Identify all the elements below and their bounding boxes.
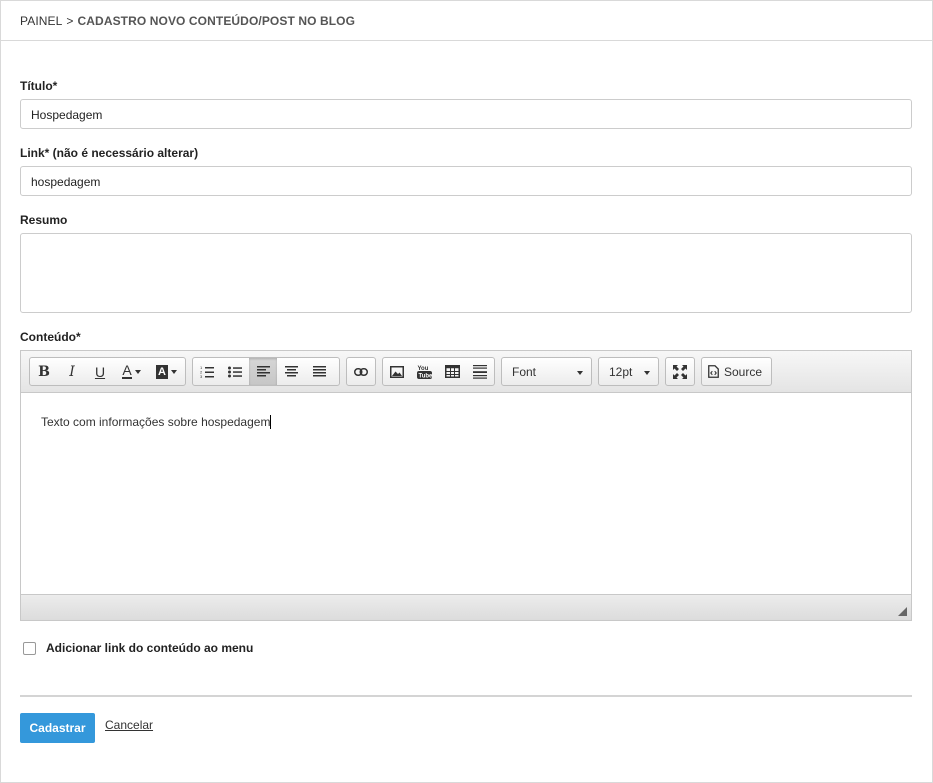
unordered-list-button[interactable]: [221, 358, 249, 385]
source-button-label: Source: [724, 364, 763, 379]
source-code-icon: [708, 365, 719, 378]
link-label: Link* (não é necessário alterar): [20, 146, 199, 160]
rich-text-editor: B I U A A 123 You Tube Font 12pt Source …: [20, 350, 912, 621]
summary-textarea[interactable]: [20, 233, 912, 313]
submit-button[interactable]: Cadastrar: [20, 713, 95, 743]
table-icon: [444, 365, 460, 378]
title-input[interactable]: Hospedagem: [20, 99, 912, 129]
toolbar-group-paragraph: 123: [192, 357, 340, 386]
underline-icon: U: [94, 363, 106, 380]
link-input[interactable]: hospedagem: [20, 166, 912, 196]
summary-label: Resumo: [20, 213, 68, 227]
chevron-down-icon: [644, 371, 650, 375]
fullscreen-button[interactable]: [666, 358, 694, 385]
menu-link-option: Adicionar link do conteúdo ao menu: [23, 641, 253, 655]
italic-button[interactable]: I: [58, 358, 86, 385]
breadcrumb-separator: >: [66, 14, 74, 28]
toolbar-group-style: B I U A A: [29, 357, 186, 386]
italic-icon: I: [69, 363, 75, 380]
link-icon: [354, 367, 368, 376]
menu-link-checkbox[interactable]: [23, 641, 36, 655]
breadcrumb-current: CADASTRO NOVO CONTEÚDO/POST NO BLOG: [77, 14, 356, 28]
toolbar-group-view: [665, 357, 695, 386]
horizontal-rule-button[interactable]: [466, 358, 494, 385]
source-button[interactable]: Source: [701, 357, 772, 386]
editor-toolbar: B I U A A 123 You Tube Font 12pt Source: [21, 351, 911, 393]
fullscreen-icon: [673, 364, 687, 379]
align-center-button[interactable]: [277, 358, 305, 385]
font-size-value: 12pt: [609, 365, 633, 379]
font-color-icon: A: [122, 362, 132, 379]
chevron-down-icon: [577, 371, 583, 375]
youtube-icon: YouTube: [417, 366, 433, 380]
editor-statusbar: [21, 594, 911, 620]
breadcrumb: PAINEL > CADASTRO NOVO CONTEÚDO/POST NO BL…: [1, 1, 932, 41]
table-button[interactable]: [439, 358, 467, 385]
ordered-list-icon: 123: [200, 365, 214, 378]
breadcrumb-root[interactable]: PAINEL: [20, 14, 62, 28]
font-family-value: Font: [512, 365, 537, 379]
title-label: Título*: [20, 79, 58, 93]
font-color-button[interactable]: A: [114, 358, 149, 385]
svg-text:3: 3: [200, 374, 203, 378]
align-left-icon: [256, 366, 270, 377]
form-panel: PAINEL > CADASTRO NOVO CONTEÚDO/POST NO BL…: [0, 0, 933, 783]
content-label: Conteúdo*: [20, 330, 81, 344]
form-divider: [20, 695, 912, 697]
horizontal-rule-icon: [473, 364, 488, 379]
font-family-dropdown[interactable]: Font: [501, 357, 592, 386]
editor-content-area[interactable]: Texto com informações sobre hospedagem: [21, 393, 911, 594]
image-icon: [389, 365, 404, 378]
cancel-link[interactable]: Cancelar: [105, 718, 153, 732]
bold-button[interactable]: B: [30, 358, 58, 385]
ordered-list-button[interactable]: 123: [193, 358, 221, 385]
justify-icon: [312, 366, 326, 377]
font-size-dropdown[interactable]: 12pt: [598, 357, 659, 386]
background-color-icon: A: [156, 364, 168, 379]
resize-handle-icon[interactable]: [898, 607, 907, 616]
svg-text:Tube: Tube: [419, 374, 433, 380]
justify-button[interactable]: [305, 358, 333, 385]
toolbar-group-insert: You Tube: [382, 357, 495, 386]
image-button[interactable]: [383, 358, 411, 385]
bold-icon: B: [38, 363, 50, 380]
chevron-down-icon: [170, 369, 177, 374]
underline-button[interactable]: U: [86, 358, 114, 385]
youtube-button[interactable]: You Tube: [411, 358, 439, 385]
toolbar-group-link: [346, 357, 376, 386]
link-button[interactable]: [347, 358, 375, 385]
chevron-down-icon: [134, 369, 141, 374]
align-center-icon: [284, 366, 298, 377]
unordered-list-icon: [228, 366, 242, 377]
menu-link-checkbox-label[interactable]: Adicionar link do conteúdo ao menu: [46, 641, 253, 655]
background-color-button[interactable]: A: [149, 358, 184, 385]
text-cursor: [270, 415, 272, 429]
align-left-button[interactable]: [249, 358, 277, 385]
editor-content-text: Texto com informações sobre hospedagem: [41, 415, 271, 429]
